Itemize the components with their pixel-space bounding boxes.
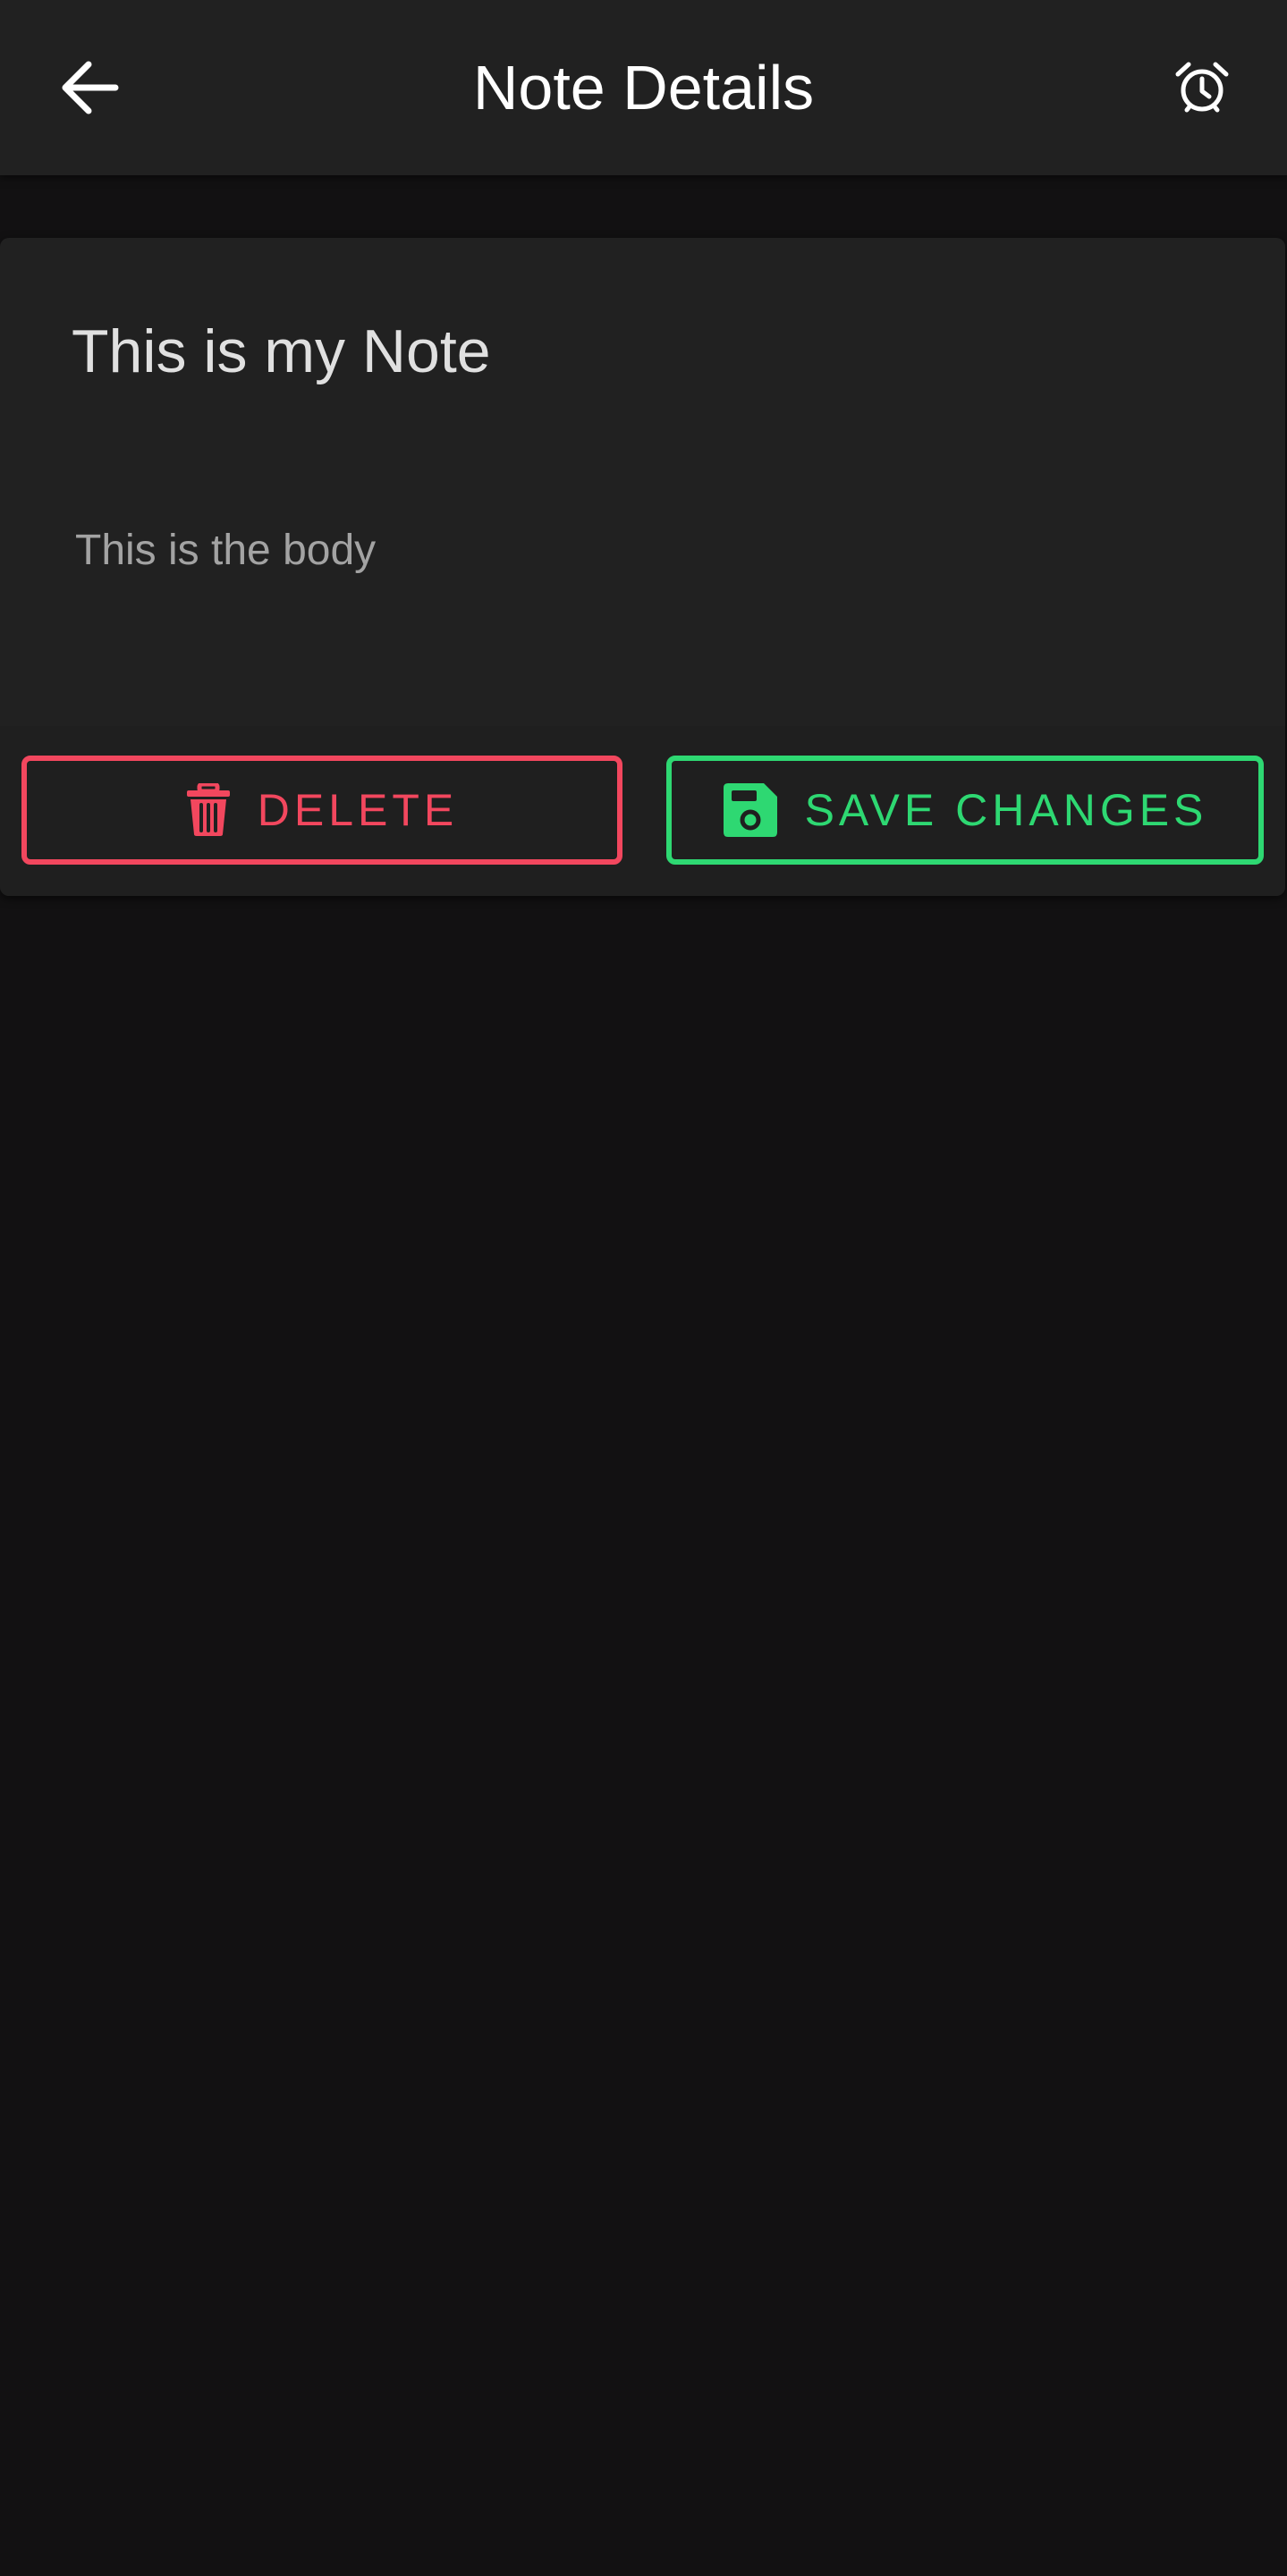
alarm-clock-icon xyxy=(1175,62,1229,113)
save-changes-button-label: SAVE CHANGES xyxy=(804,785,1208,835)
alarm-button[interactable] xyxy=(1168,54,1236,122)
delete-button-label: DELETE xyxy=(257,785,459,835)
note-body-input[interactable]: This is the body xyxy=(75,524,1220,631)
page-title: Note Details xyxy=(472,53,815,122)
note-title-input[interactable] xyxy=(72,311,1216,392)
save-changes-button[interactable]: SAVE CHANGES xyxy=(666,756,1264,865)
delete-button[interactable]: DELETE xyxy=(21,756,622,865)
app-bar: Note Details xyxy=(0,0,1287,175)
trash-icon xyxy=(186,783,231,837)
floppy-disk-icon xyxy=(723,782,778,838)
